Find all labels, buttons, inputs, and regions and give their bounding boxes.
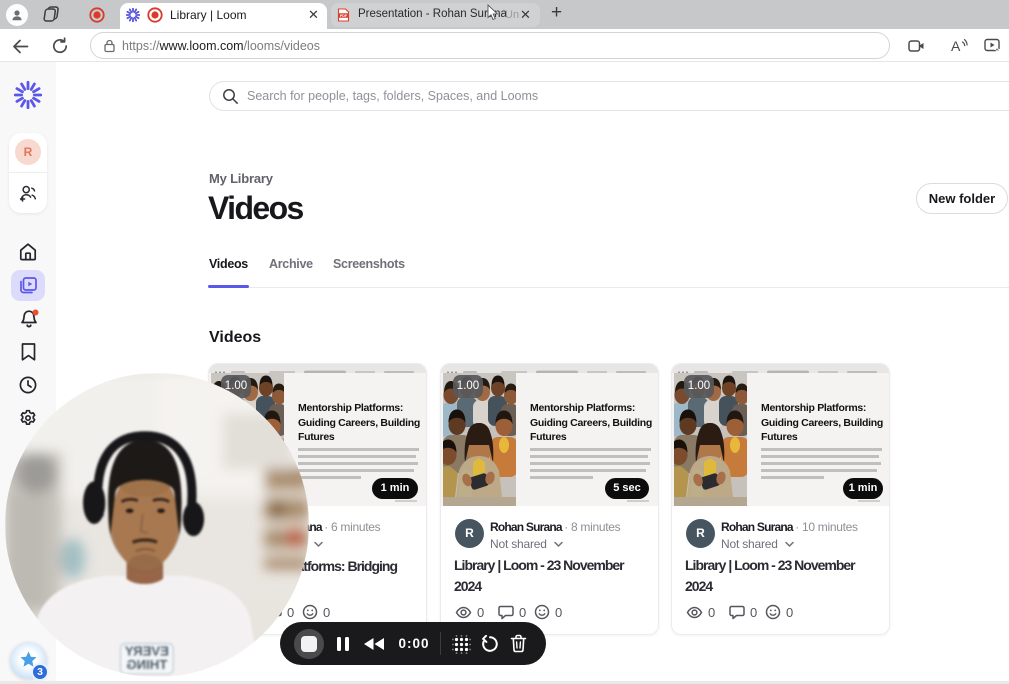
svg-text:PDF: PDF (340, 14, 348, 18)
svg-text:A: A (951, 38, 961, 54)
svg-text:THING: THING (126, 657, 167, 672)
